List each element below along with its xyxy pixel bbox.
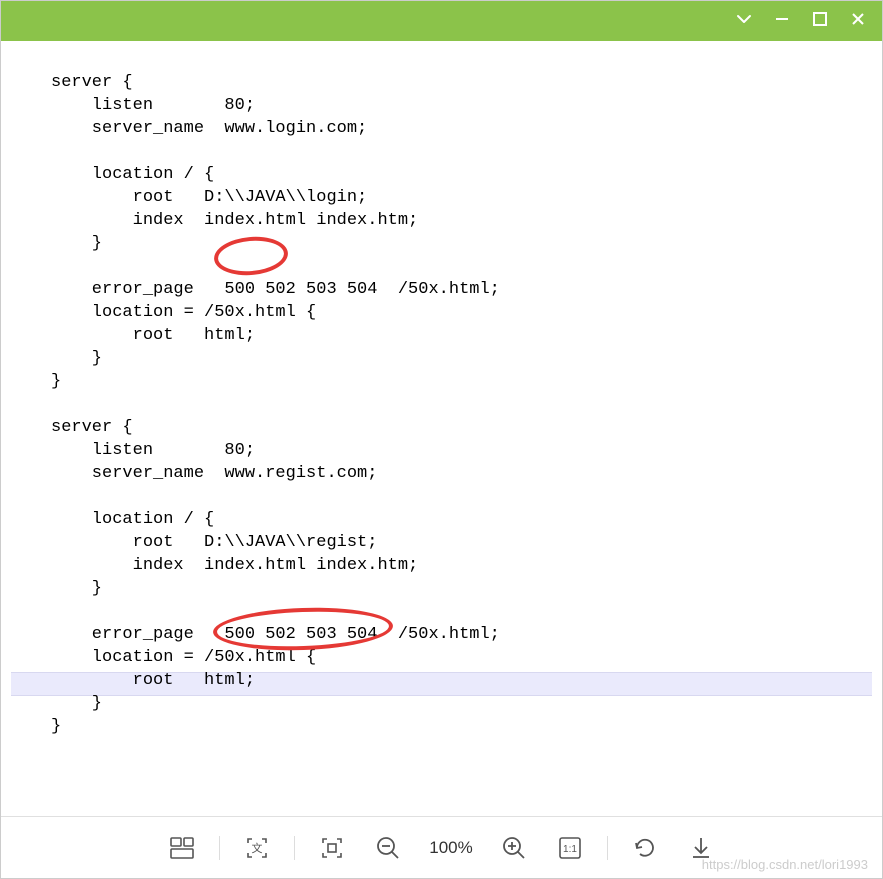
minimize-icon[interactable] xyxy=(773,10,791,33)
divider xyxy=(219,836,220,860)
zoom-in-button[interactable] xyxy=(495,829,533,867)
actual-size-button[interactable]: 1:1 xyxy=(551,829,589,867)
svg-text:1:1: 1:1 xyxy=(563,844,577,855)
svg-text:文: 文 xyxy=(252,841,263,855)
rotate-button[interactable] xyxy=(626,829,664,867)
maximize-icon[interactable] xyxy=(811,10,829,33)
divider xyxy=(294,836,295,860)
zoom-out-button[interactable] xyxy=(369,829,407,867)
editor-area: server { listen 80; server_name www.logi… xyxy=(1,41,882,748)
close-icon[interactable] xyxy=(849,10,867,33)
watermark: https://blog.csdn.net/lori1993 xyxy=(702,857,868,872)
fit-screen-button[interactable] xyxy=(313,829,351,867)
gallery-button[interactable] xyxy=(163,829,201,867)
zoom-level: 100% xyxy=(425,838,476,858)
collapse-icon[interactable] xyxy=(735,10,753,33)
code-content[interactable]: server { listen 80; server_name www.logi… xyxy=(11,71,872,738)
divider xyxy=(607,836,608,860)
title-bar xyxy=(1,1,882,41)
ocr-button[interactable]: 文 xyxy=(238,829,276,867)
